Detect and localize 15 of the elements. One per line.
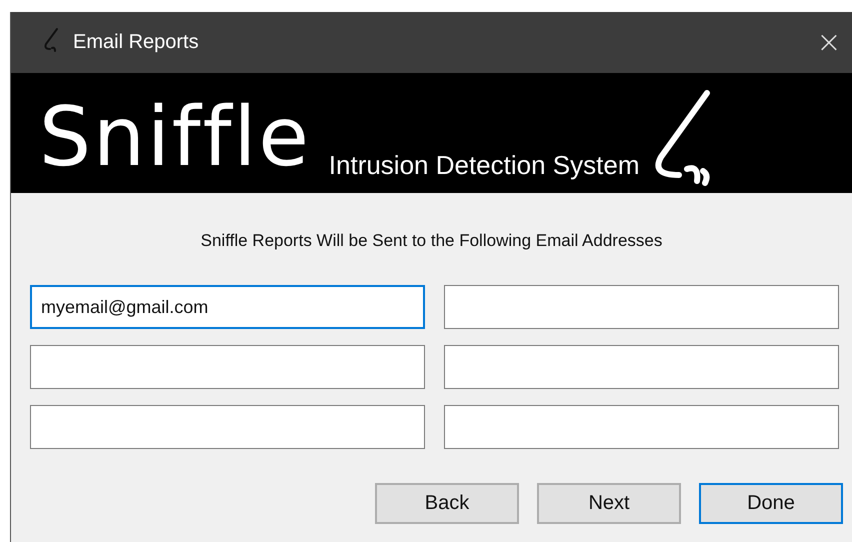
email-field[interactable]: myemail@gmail.com bbox=[30, 285, 425, 329]
logo-text: Sniffle bbox=[39, 97, 311, 179]
dialog-button[interactable]: Back bbox=[375, 483, 519, 524]
email-field[interactable] bbox=[444, 345, 839, 389]
email-field[interactable] bbox=[30, 345, 425, 389]
nose-icon bbox=[43, 26, 59, 52]
email-field[interactable] bbox=[30, 405, 425, 449]
email-field[interactable] bbox=[444, 405, 839, 449]
email-field[interactable] bbox=[444, 285, 839, 329]
window-title: Email Reports bbox=[73, 31, 200, 54]
dialog-button[interactable]: Next bbox=[537, 483, 681, 524]
dialog-button[interactable]: Done bbox=[699, 483, 843, 524]
instruction-text: Sniffle Reports Will be Sent to the Following Email Addresses bbox=[200, 231, 664, 251]
close-button[interactable]: × bbox=[806, 28, 852, 58]
tagline: Intrusion Detection System bbox=[328, 150, 640, 181]
